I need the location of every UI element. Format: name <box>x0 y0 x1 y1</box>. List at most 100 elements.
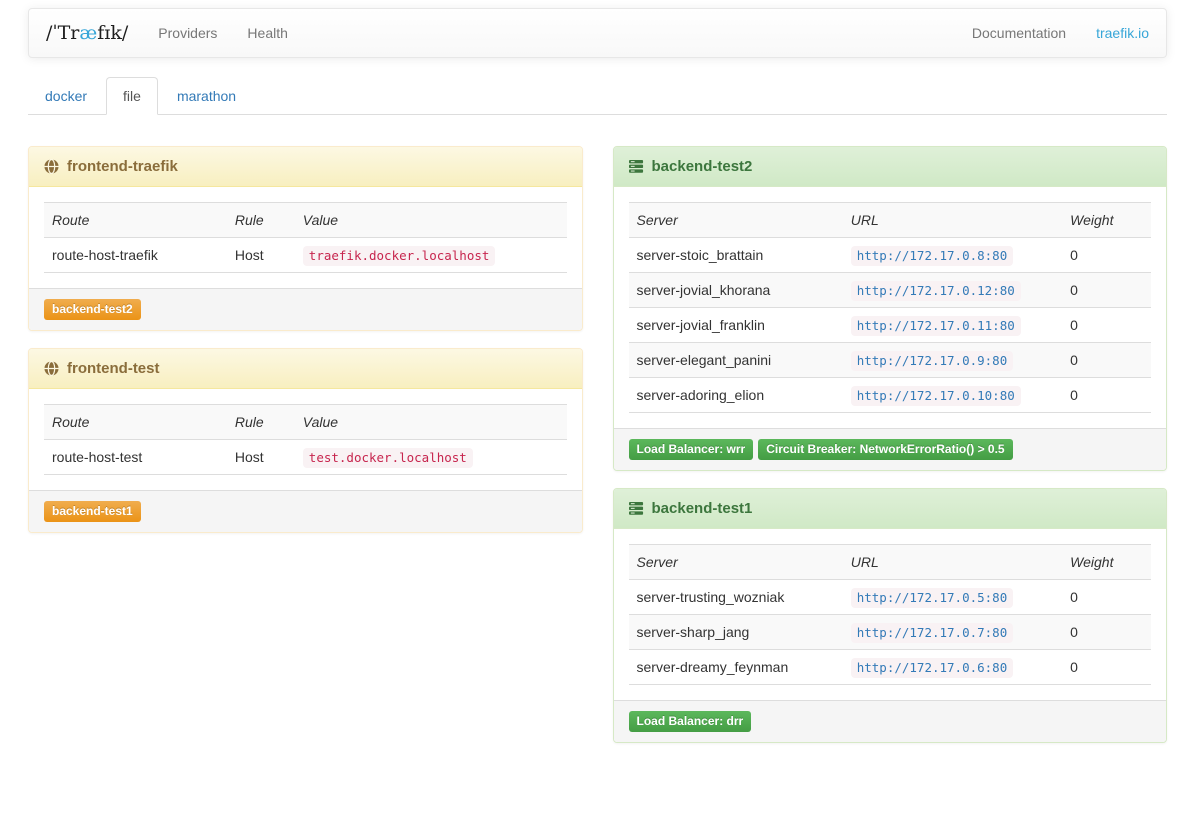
column-header-weight: Weight <box>1062 203 1151 238</box>
panel-body: ServerURLWeightserver-trusting_wozniakht… <box>614 529 1167 700</box>
weight-cell: 0 <box>1062 238 1151 273</box>
nav-link-providers[interactable]: Providers <box>143 9 232 57</box>
backend-panel: backend-test1ServerURLWeightserver-trust… <box>613 488 1168 743</box>
globe-icon <box>44 159 59 174</box>
logo-suffix: fɪk/ <box>97 22 128 44</box>
rule-cell: Host <box>227 238 295 273</box>
table-row: server-jovial_khorana http://172.17.0.12:… <box>629 273 1152 308</box>
panel-body: RouteRuleValueroute-host-testHosttest.do… <box>29 389 582 490</box>
weight-cell: 0 <box>1062 308 1151 343</box>
backends-column: backend-test2ServerURLWeightserver-stoic… <box>613 146 1168 760</box>
panel-title: frontend-traefik <box>67 158 178 175</box>
weight-cell: 0 <box>1062 343 1151 378</box>
server-cell: server-jovial_franklin <box>629 308 843 343</box>
url-cell: http://172.17.0.5:80 <box>843 580 1062 615</box>
tab-docker[interactable]: docker <box>28 77 104 115</box>
column-header-route: Route <box>44 405 227 440</box>
tab-marathon[interactable]: marathon <box>160 77 253 115</box>
column-header-value: Value <box>295 405 567 440</box>
weight-cell: 0 <box>1062 273 1151 308</box>
panel-footer: Load Balancer: wrrCircuit Breaker: Netwo… <box>614 428 1167 470</box>
server-cell: server-sharp_jang <box>629 615 843 650</box>
panel-footer: Load Balancer: drr <box>614 700 1167 742</box>
server-cell: server-adoring_elion <box>629 378 843 413</box>
table-row: server-stoic_brattain http://172.17.0.8:8… <box>629 238 1152 273</box>
routes-table: RouteRuleValueroute-host-testHosttest.do… <box>44 404 567 475</box>
server-cell: server-elegant_panini <box>629 343 843 378</box>
backend-config-badge: Circuit Breaker: NetworkErrorRatio() > 0… <box>758 439 1012 460</box>
traefik-logo[interactable]: /ˈTræfɪk/ <box>29 22 143 44</box>
weight-cell: 0 <box>1062 615 1151 650</box>
tab-file[interactable]: file <box>106 77 158 115</box>
provider-tabs: docker file marathon <box>28 77 1167 115</box>
column-header-server: Server <box>629 203 843 238</box>
url-cell: http://172.17.0.12:80 <box>843 273 1062 308</box>
frontend-panel: frontend-testRouteRuleValueroute-host-te… <box>28 348 583 533</box>
column-header-route: Route <box>44 203 227 238</box>
column-header-url: URL <box>843 545 1062 580</box>
backend-badge: backend-test1 <box>44 501 141 522</box>
server-url-link[interactable]: http://172.17.0.11:80 <box>851 316 1021 336</box>
server-cell: server-jovial_khorana <box>629 273 843 308</box>
route-cell: route-host-test <box>44 440 227 475</box>
server-cell: server-dreamy_feynman <box>629 650 843 685</box>
table-header-row: ServerURLWeight <box>629 203 1152 238</box>
nav-link-health[interactable]: Health <box>232 9 302 57</box>
frontend-panel: frontend-traefik RouteRuleValueroute-host… <box>28 146 583 331</box>
panel-footer: backend-test1 <box>29 490 582 532</box>
table-row: server-jovial_franklin http://172.17.0.11… <box>629 308 1152 343</box>
server-cell: server-trusting_wozniak <box>629 580 843 615</box>
rule-value-code: test.docker.localhost <box>303 448 473 468</box>
routes-table: RouteRuleValueroute-host-traefikHost trae… <box>44 202 567 273</box>
navbar: /ˈTræfɪk/ Providers Health Documentation… <box>28 8 1167 58</box>
table-row: server-dreamy_feynman http://172.17.0.6:8… <box>629 650 1152 685</box>
backend-panel: backend-test2ServerURLWeightserver-stoic… <box>613 146 1168 471</box>
backend-config-badge: Load Balancer: wrr <box>629 439 754 460</box>
server-url-link[interactable]: http://172.17.0.9:80 <box>851 351 1014 371</box>
nav-link-documentation[interactable]: Documentation <box>957 9 1081 57</box>
panel-heading: frontend-test <box>29 349 582 389</box>
panel-body: ServerURLWeightserver-stoic_brattainhttp… <box>614 187 1167 428</box>
weight-cell: 0 <box>1062 580 1151 615</box>
panel-title: backend-test2 <box>652 158 753 175</box>
panel-body: RouteRuleValueroute-host-traefikHost trae… <box>29 187 582 288</box>
table-row: route-host-testHost test.docker.localhost <box>44 440 567 475</box>
table-row: route-host-traefikHost traefik.docker.loc… <box>44 238 567 273</box>
column-header-value: Value <box>295 203 567 238</box>
server-url-link[interactable]: http://172.17.0.8:80 <box>851 246 1014 266</box>
panel-heading: frontend-traefik <box>29 147 582 187</box>
servers-table: ServerURLWeightserver-stoic_brattainhttp… <box>629 202 1152 413</box>
server-url-link[interactable]: http://172.17.0.7:80 <box>851 623 1014 643</box>
url-cell: http://172.17.0.11:80 <box>843 308 1062 343</box>
table-row: server-elegant_panini http://172.17.0.9:8… <box>629 343 1152 378</box>
table-header-row: RouteRuleValue <box>44 405 567 440</box>
table-header-row: ServerURLWeight <box>629 545 1152 580</box>
rule-value-code: traefik.docker.localhost <box>303 246 496 266</box>
server-url-link[interactable]: http://172.17.0.6:80 <box>851 658 1014 678</box>
url-cell: http://172.17.0.10:80 <box>843 378 1062 413</box>
servers-icon <box>629 159 644 174</box>
server-cell: server-stoic_brattain <box>629 238 843 273</box>
rule-cell: Host <box>227 440 295 475</box>
servers-icon <box>629 501 644 516</box>
column-header-rule: Rule <box>227 405 295 440</box>
backend-badge: backend-test2 <box>44 299 141 320</box>
server-url-link[interactable]: http://172.17.0.5:80 <box>851 588 1014 608</box>
globe-icon <box>44 361 59 376</box>
content: frontend-traefikRouteRuleValueroute-host… <box>28 146 1167 760</box>
server-url-link[interactable]: http://172.17.0.12:80 <box>851 281 1021 301</box>
column-header-url: URL <box>843 203 1062 238</box>
nav-link-traefik-io[interactable]: traefik.io <box>1081 9 1166 57</box>
table-row: server-trusting_wozniak http://172.17.0.5… <box>629 580 1152 615</box>
panel-heading: backend-test2 <box>614 147 1167 187</box>
weight-cell: 0 <box>1062 378 1151 413</box>
server-url-link[interactable]: http://172.17.0.10:80 <box>851 386 1021 406</box>
panel-title: frontend-test <box>67 360 160 377</box>
logo-highlight: æ <box>79 22 97 44</box>
value-cell: traefik.docker.localhost <box>295 238 567 273</box>
page-container: /ˈTræfɪk/ Providers Health Documentation… <box>28 8 1167 760</box>
route-cell: route-host-traefik <box>44 238 227 273</box>
logo-prefix: /ˈTr <box>46 22 79 44</box>
table-header-row: RouteRuleValue <box>44 203 567 238</box>
column-header-server: Server <box>629 545 843 580</box>
